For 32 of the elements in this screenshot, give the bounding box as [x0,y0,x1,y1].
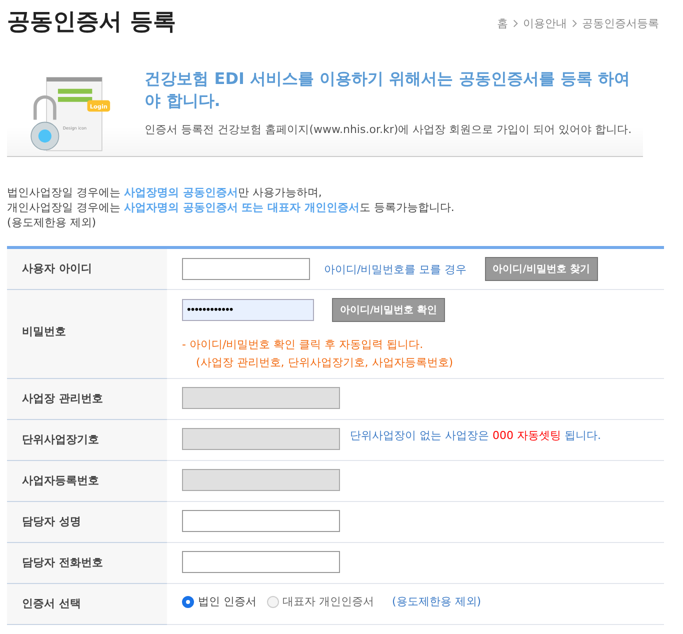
banner-description: 인증서 등록전 건강보험 홈페이지(www.nhis.or.kr)에 사업장 회원으로 가입이 되어 있어야 합니다. [144,122,633,137]
banner-headline: 건강보험 EDI 서비스를 이용하기 위해서는 공동인증서를 등록 하여야 합니다. [144,68,631,112]
breadcrumb-link[interactable]: 공동인증서등록 [582,16,659,31]
field-label: 담당자 전화번호 [7,543,167,584]
text-field[interactable] [182,551,340,573]
info-note: 단위사업장이 없는 사업장은 000 자동셋팅 됩니다. [350,428,601,443]
field-label: 사용자 아이디 [7,249,167,290]
hint-text: 아이디/비밀번호를 모를 경우 [324,262,467,276]
verify-button[interactable]: 아이디/비밀번호 확인 [332,298,446,322]
find-account-button[interactable]: 아이디/비밀번호 찾기 [484,257,598,281]
info-note: (용도제한용 제외) [392,594,482,609]
chevron-icon [513,19,518,28]
field-label: 인증서 선택 [7,584,167,625]
radio-option[interactable]: 대표자 개인인증서 [266,594,374,609]
info-note: - 아이디/비밀번호 확인 클릭 후 자동입력 됩니다. [182,337,424,353]
user-id-field[interactable] [182,258,310,280]
field-label: 단위사업장기호 [7,420,167,461]
field-label: 비밀번호 [7,290,167,379]
field-label: 사업자등록번호 [7,461,167,502]
notice-text: 법인사업장일 경우에는 사업장명의 공동인증서만 사용가능하며, [7,185,323,200]
info-note: (사업장 관리번호, 단위사업장기호, 사업자등록번호) [195,355,454,371]
breadcrumb-link[interactable]: 홈 [497,16,508,31]
field-label: 사업장 관리번호 [7,379,167,420]
chevron-icon [572,19,577,28]
notice-text: 개인사업장일 경우에는 사업자명의 공동인증서 또는 대표자 개인인증서도 등록가능합니다. [7,200,456,215]
breadcrumb-link[interactable]: 이용안내 [523,16,567,31]
page-title: 공동인증서 등록 [7,8,176,37]
field-label: 담당자 성명 [7,502,167,543]
radio-option[interactable]: 법인 인증서 [182,594,256,609]
notice-text: (용도제한용 제외) [7,215,98,230]
text-field[interactable] [182,510,340,532]
password-field[interactable]: •••••••••••• [182,299,314,321]
